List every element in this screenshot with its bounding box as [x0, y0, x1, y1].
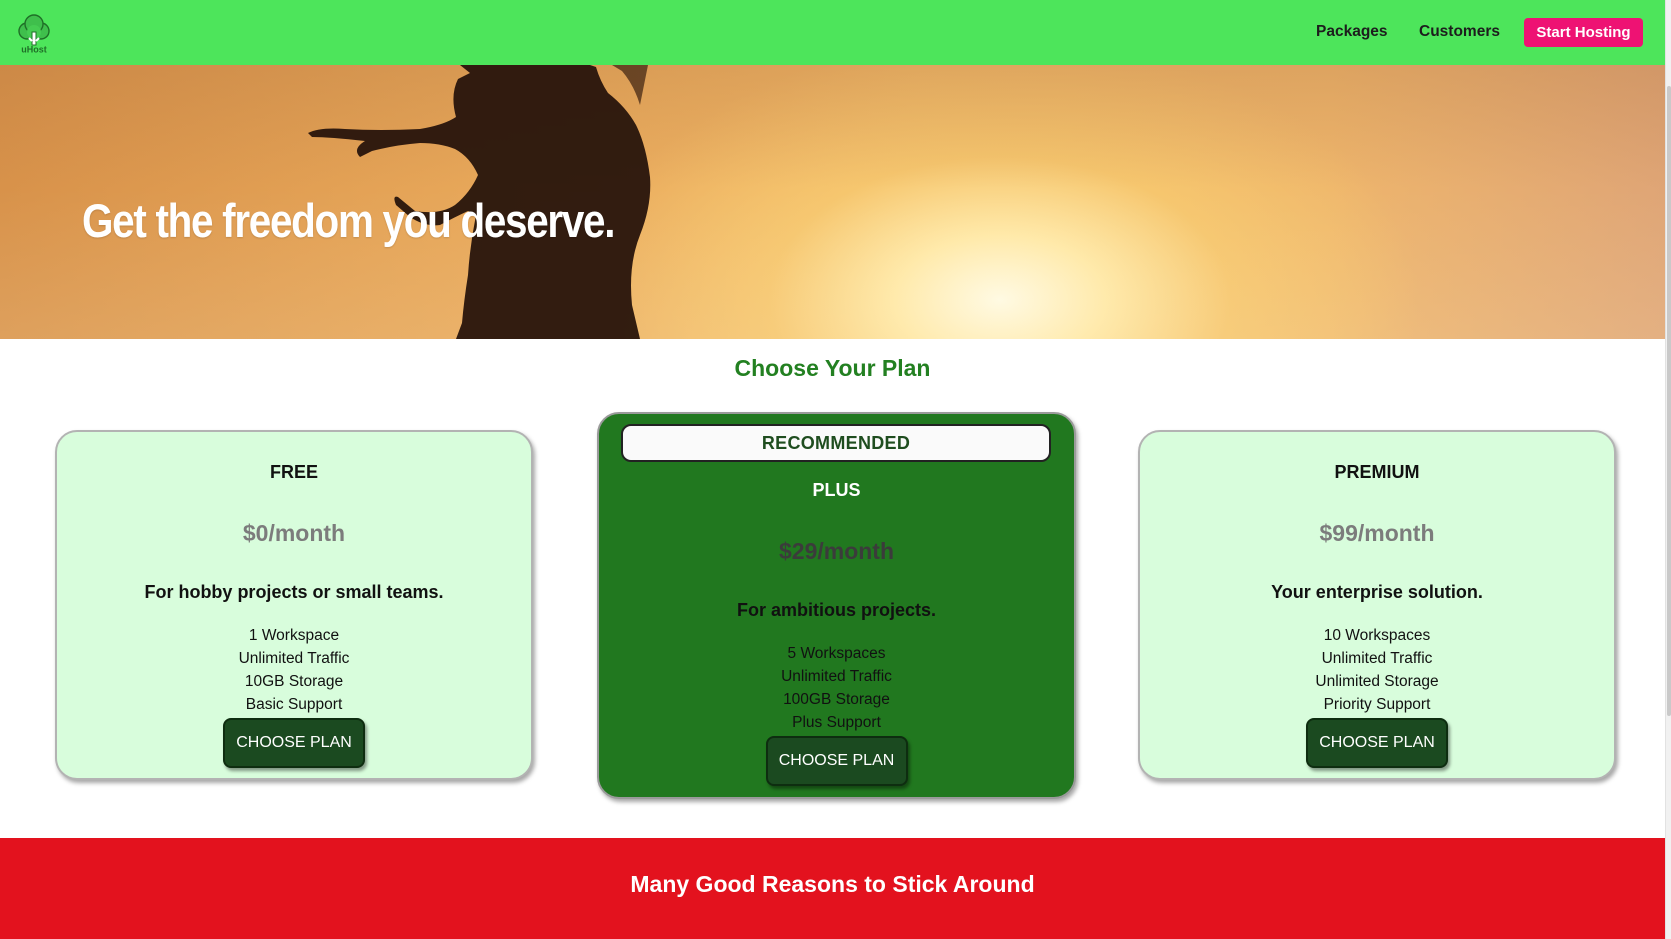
- plan-name: PREMIUM: [1334, 462, 1420, 482]
- recommended-badge: RECOMMENDED: [621, 424, 1051, 462]
- plan-feature: 5 Workspaces: [787, 645, 886, 662]
- nav-link-packages[interactable]: Packages: [1316, 23, 1388, 41]
- plan-feature: Unlimited Traffic: [1321, 650, 1433, 667]
- plan-price: $29/month: [778, 538, 895, 564]
- plan-feature: 100GB Storage: [783, 691, 890, 708]
- plan-feature-list: 1 Workspace Unlimited Traffic 10GB Stora…: [57, 624, 531, 716]
- page-scrollbar[interactable]: [1665, 0, 1671, 939]
- start-hosting-button[interactable]: Start Hosting: [1524, 18, 1643, 47]
- plan-feature: Unlimited Traffic: [238, 650, 350, 667]
- hero-banner: Get the freedom you deserve.: [0, 65, 1665, 339]
- plan-feature: 1 Workspace: [248, 627, 340, 644]
- logo-text: uHost: [21, 45, 47, 55]
- plan-description: Your enterprise solution.: [1271, 582, 1483, 602]
- choose-plan-premium-button[interactable]: CHOOSE PLAN: [1306, 718, 1448, 768]
- main-header: uHost Packages Customers Start Hosting: [0, 0, 1665, 65]
- page: uHost Packages Customers Start Hosting G…: [0, 0, 1671, 939]
- plan-card-plus: RECOMMENDED PLUS $29/month For ambitious…: [597, 412, 1076, 799]
- nav-link-customers[interactable]: Customers: [1419, 23, 1500, 41]
- hero-title: Get the freedom you deserve.: [82, 194, 615, 247]
- plan-feature: Priority Support: [1323, 696, 1431, 713]
- plan-description: For ambitious projects.: [736, 600, 937, 620]
- plan-description: For hobby projects or small teams.: [144, 582, 444, 602]
- plan-name: FREE: [269, 462, 318, 482]
- plan-price: $0/month: [242, 520, 346, 546]
- plans-section-title: Choose Your Plan: [734, 355, 931, 381]
- plan-feature: Basic Support: [245, 696, 343, 713]
- reasons-title: Many Good Reasons to Stick Around: [630, 871, 1035, 897]
- plan-feature-list: 5 Workspaces Unlimited Traffic 100GB Sto…: [599, 642, 1074, 734]
- plan-feature-list: 10 Workspaces Unlimited Traffic Unlimite…: [1140, 624, 1614, 716]
- choose-plan-plus-button[interactable]: CHOOSE PLAN: [765, 736, 908, 786]
- plan-card-free: FREE $0/month For hobby projects or smal…: [55, 430, 533, 780]
- logo-icon: uHost: [18, 14, 50, 55]
- choose-plan-free-button[interactable]: CHOOSE PLAN: [223, 718, 365, 768]
- plan-feature: Unlimited Traffic: [781, 668, 892, 685]
- scrollbar-thumb[interactable]: [1667, 86, 1671, 716]
- plan-feature: 10GB Storage: [244, 673, 344, 690]
- plan-name: PLUS: [812, 480, 861, 500]
- plan-feature: 10 Workspaces: [1323, 627, 1431, 644]
- plan-feature: Plus Support: [792, 714, 881, 731]
- reasons-section: Many Good Reasons to Stick Around: [0, 838, 1665, 939]
- plan-feature: Unlimited Storage: [1315, 673, 1439, 690]
- plan-card-premium: PREMIUM $99/month Your enterprise soluti…: [1138, 430, 1616, 780]
- plan-price: $99/month: [1319, 520, 1435, 546]
